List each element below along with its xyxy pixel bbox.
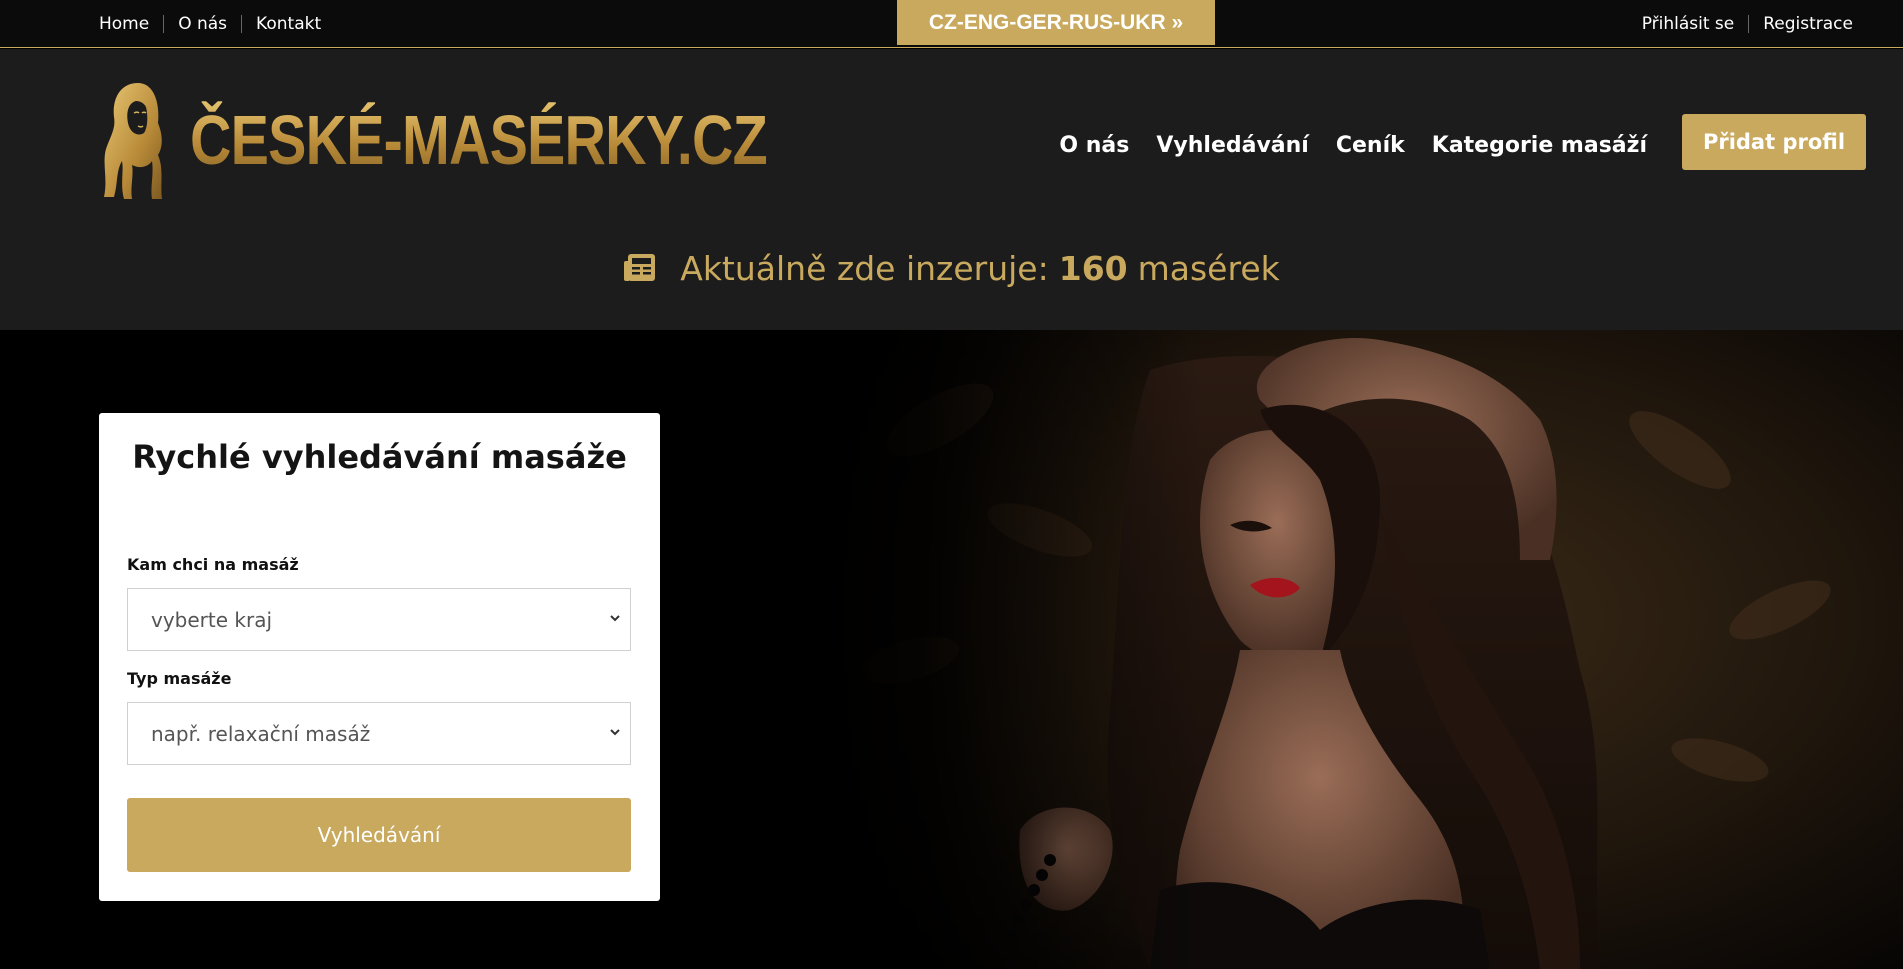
nav-item-pricing[interactable]: Ceník (1336, 133, 1405, 158)
region-select-value: vyberte kraj (151, 607, 273, 632)
woman-silhouette-icon (104, 83, 162, 199)
counter-suffix: masérek (1137, 248, 1280, 288)
top-bar: Home O nás Kontakt CZ-ENG-GER-RUS-UKR » … (0, 0, 1903, 48)
auth-links: Přihlásit se Registrace (1642, 0, 1853, 47)
top-link-about[interactable]: O nás (178, 14, 227, 34)
massage-type-label: Typ masáže (127, 669, 232, 688)
counter-prefix: Aktuálně zde inzeruje: (680, 248, 1049, 288)
nav-item-categories[interactable]: Kategorie masáží (1432, 133, 1647, 158)
top-link-home[interactable]: Home (99, 14, 149, 34)
chevron-down-icon (610, 615, 620, 622)
chevron-down-icon (610, 729, 620, 736)
register-link[interactable]: Registrace (1763, 14, 1853, 34)
top-link-contact[interactable]: Kontakt (256, 14, 321, 34)
nav-item-search[interactable]: Vyhledávání (1156, 133, 1308, 158)
divider (163, 14, 165, 33)
divider (241, 14, 243, 33)
region-label: Kam chci na masáž (127, 555, 299, 574)
language-switch-button[interactable]: CZ-ENG-GER-RUS-UKR » (897, 0, 1215, 45)
add-profile-button[interactable]: Přidat profil (1682, 114, 1866, 170)
divider (1748, 14, 1750, 33)
hero-gradient (780, 330, 1200, 969)
search-submit-button[interactable]: Vyhledávání (127, 798, 631, 872)
main-nav: O nás Vyhledávání Ceník Kategorie masáží (1059, 129, 1647, 161)
site-header: ČESKÉ-MASÉRKY.CZ O nás Vyhledávání Ceník… (0, 49, 1903, 330)
newspaper-icon (624, 254, 656, 281)
nav-item-about[interactable]: O nás (1059, 133, 1129, 158)
massage-type-select-value: např. relaxační masáž (151, 721, 371, 746)
quick-search-card: Rychlé vyhledávání masáže Kam chci na ma… (99, 413, 660, 901)
region-select[interactable]: vyberte kraj (127, 588, 631, 651)
logo-text: ČESKÉ-MASÉRKY.CZ (190, 101, 768, 179)
massage-type-select[interactable]: např. relaxační masáž (127, 702, 631, 765)
counter-value: 160 (1058, 248, 1128, 288)
site-logo[interactable]: ČESKÉ-MASÉRKY.CZ (98, 79, 894, 201)
top-links: Home O nás Kontakt (99, 0, 321, 47)
search-title: Rychlé vyhledávání masáže (132, 438, 627, 476)
profile-counter: Aktuálně zde inzeruje: 160 masérek (0, 246, 1903, 290)
login-link[interactable]: Přihlásit se (1642, 14, 1735, 34)
